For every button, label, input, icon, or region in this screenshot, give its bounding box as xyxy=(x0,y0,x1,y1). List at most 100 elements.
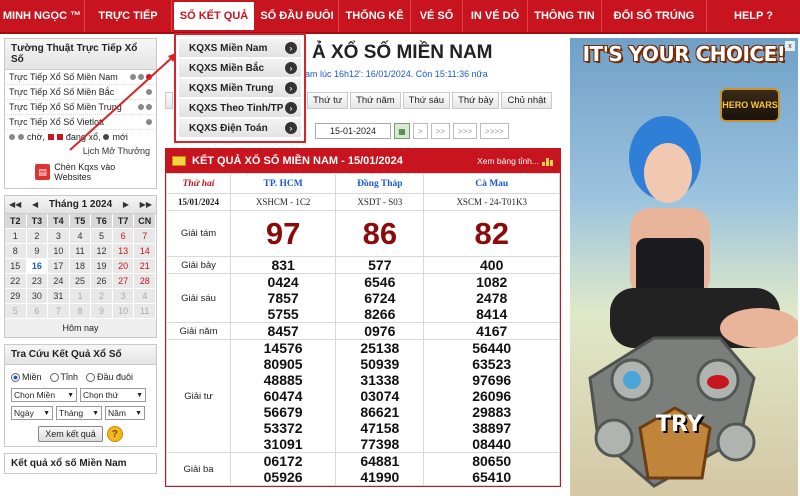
live-row-mien-bac[interactable]: Trực Tiếp Xổ Số Miền Bắc xyxy=(5,85,156,100)
calendar-day[interactable]: 5 xyxy=(5,304,27,319)
calendar-day[interactable]: 21 xyxy=(134,259,156,274)
calendar-day[interactable]: 20 xyxy=(112,259,135,274)
calendar-day[interactable]: 2 xyxy=(91,289,113,304)
today-button[interactable]: Hôm nay xyxy=(5,319,156,337)
calendar-day[interactable]: 30 xyxy=(26,289,49,304)
dropdown-item-mien-bac[interactable]: KQXS Miền Bắc › xyxy=(179,59,301,77)
calendar-day[interactable]: 1 xyxy=(5,229,27,244)
province-header[interactable]: TP. HCM xyxy=(229,173,337,194)
calendar-day[interactable]: 25 xyxy=(69,274,92,289)
nav-thong-tin[interactable]: THÔNG TIN xyxy=(528,0,602,32)
nav-help[interactable]: HELP ? xyxy=(707,0,800,32)
calendar-day[interactable]: 6 xyxy=(26,304,49,319)
nav-ve-so[interactable]: VÉ SỐ xyxy=(411,0,463,32)
calendar-day[interactable]: 10 xyxy=(48,244,70,259)
calendar-day[interactable]: 12 xyxy=(91,244,113,259)
help-icon[interactable]: ? xyxy=(106,426,123,443)
next2-button[interactable]: >> xyxy=(430,123,451,139)
tab-thu-nam[interactable]: Thứ năm xyxy=(350,92,401,109)
calendar-day[interactable]: 31 xyxy=(48,289,70,304)
dropdown-item-mien-nam[interactable]: KQXS Miền Nam › xyxy=(179,39,301,57)
tab-hidden[interactable] xyxy=(165,92,173,109)
calendar-day[interactable]: 3 xyxy=(48,229,70,244)
next-month-icon[interactable]: ▶ xyxy=(123,200,129,209)
dropdown-item-mien-trung[interactable]: KQXS Miền Trung › xyxy=(179,79,301,97)
nav-so-dau-duoi[interactable]: SỔ ĐẦU ĐUÔI xyxy=(256,0,339,32)
nav-minh-ngoc[interactable]: MINH NGỌC ™ xyxy=(0,0,85,32)
calendar-day[interactable]: 14 xyxy=(134,244,156,259)
schedule-link[interactable]: Lịch Mở Thưởng xyxy=(5,144,156,158)
tab-thu-bay[interactable]: Thứ bảy xyxy=(452,92,500,109)
prev-month-icon[interactable]: ◀ xyxy=(32,200,38,209)
calendar-picker-icon[interactable]: ▦ xyxy=(394,123,410,139)
radio-dau-duoi[interactable]: Đầu đuôi xyxy=(86,372,133,383)
radio-tinh[interactable]: Tỉnh xyxy=(49,372,78,383)
prize-number: 41990 xyxy=(360,469,400,485)
calendar-day[interactable]: 3 xyxy=(112,289,135,304)
next-button[interactable]: > xyxy=(413,123,428,139)
calendar-day[interactable]: 18 xyxy=(69,259,92,274)
live-row-vietlott[interactable]: Trực Tiếp Xổ Số Vietlott xyxy=(5,115,156,130)
radio-mien[interactable]: Miền xyxy=(11,372,42,383)
date-input[interactable]: 15-01-2024 xyxy=(315,123,391,139)
select-month[interactable]: Tháng ▼ xyxy=(56,406,102,421)
tab-chu-nhat[interactable]: Chủ nhật xyxy=(501,92,553,109)
live-row-mien-trung[interactable]: Trực Tiếp Xổ Số Miền Trung xyxy=(5,100,156,115)
calendar-day[interactable]: 9 xyxy=(91,304,113,319)
calendar-day[interactable]: 7 xyxy=(134,229,156,244)
next4-button[interactable]: >>>> xyxy=(480,123,509,139)
calendar-day[interactable]: 11 xyxy=(69,244,92,259)
calendar-day[interactable]: 2 xyxy=(26,229,49,244)
live-row-mien-nam[interactable]: Trực Tiếp Xổ Số Miền Nam xyxy=(5,70,156,85)
calendar-day[interactable]: 19 xyxy=(91,259,113,274)
tab-thu-sau[interactable]: Thứ sáu xyxy=(402,92,451,109)
nav-truc-tiep[interactable]: TRỰC TIẾP xyxy=(85,0,172,32)
calendar-day[interactable]: 24 xyxy=(48,274,70,289)
calendar-day[interactable]: 15 xyxy=(5,259,27,274)
calendar-day[interactable]: 6 xyxy=(112,229,135,244)
nav-in-ve-do[interactable]: IN VÉ DÒ xyxy=(463,0,528,32)
calendar-day[interactable]: 4 xyxy=(69,229,92,244)
try-button[interactable]: TRY xyxy=(656,412,703,437)
province-header[interactable]: Cà Mau xyxy=(423,173,560,194)
nav-so-ket-qua[interactable]: SỔ KẾT QUẢ xyxy=(172,0,256,32)
view-results-button[interactable]: Xem kết quả xyxy=(38,426,103,443)
calendar-day[interactable]: 4 xyxy=(134,289,156,304)
province-header[interactable]: Đồng Tháp xyxy=(335,173,425,194)
calendar-day[interactable]: 22 xyxy=(5,274,27,289)
prize-cell: 86 xyxy=(335,210,425,257)
select-date[interactable]: Ngày ▼ xyxy=(11,406,53,421)
calendar-day[interactable]: 8 xyxy=(69,304,92,319)
select-region[interactable]: Chọn Miền ▼ xyxy=(11,388,77,403)
prize-number: 5755 xyxy=(267,306,299,322)
next3-button[interactable]: >>> xyxy=(453,123,478,139)
calendar-day[interactable]: 27 xyxy=(112,274,135,289)
embed-link[interactable]: ▤ Chèn Kqxs vào Websites xyxy=(5,158,156,188)
prev-year-icon[interactable]: ◀◀ xyxy=(9,200,21,209)
calendar-day[interactable]: 28 xyxy=(134,274,156,289)
calendar-day[interactable]: 7 xyxy=(48,304,70,319)
select-year[interactable]: Năm ▼ xyxy=(105,406,145,421)
calendar-day[interactable]: 9 xyxy=(26,244,49,259)
prize-cell: 14576 80905 48885 60474 56679 53372 31091 xyxy=(229,339,337,453)
nav-doi-so-trung[interactable]: ĐỔI SỐ TRÚNG xyxy=(602,0,707,32)
calendar-day[interactable]: 17 xyxy=(48,259,70,274)
calendar-day[interactable]: 11 xyxy=(134,304,156,319)
next-year-icon[interactable]: ▶▶ xyxy=(140,200,152,209)
calendar-day[interactable]: 16 xyxy=(26,259,49,274)
select-weekday[interactable]: Chọn thứ ▼ xyxy=(80,388,146,403)
nav-thong-ke[interactable]: THỐNG KÊ xyxy=(339,0,411,32)
calendar-day[interactable]: 8 xyxy=(5,244,27,259)
calendar-day[interactable]: 1 xyxy=(69,289,92,304)
calendar-day[interactable]: 29 xyxy=(5,289,27,304)
calendar-day[interactable]: 13 xyxy=(112,244,135,259)
tab-thu-tu[interactable]: Thứ tư xyxy=(307,92,349,109)
advertisement[interactable]: IT'S YOUR CHOICE! x HERO WARS TRY xyxy=(570,38,798,496)
calendar-day[interactable]: 23 xyxy=(26,274,49,289)
view-province-table-link[interactable]: Xem bảng tỉnh... xyxy=(477,156,554,166)
calendar-day[interactable]: 10 xyxy=(112,304,135,319)
calendar-day[interactable]: 26 xyxy=(91,274,113,289)
calendar-day[interactable]: 5 xyxy=(91,229,113,244)
dropdown-item-dien-toan[interactable]: KQXS Điện Toán › xyxy=(179,119,301,137)
dropdown-item-theo-tinh[interactable]: KQXS Theo Tỉnh/TP › xyxy=(179,99,301,117)
